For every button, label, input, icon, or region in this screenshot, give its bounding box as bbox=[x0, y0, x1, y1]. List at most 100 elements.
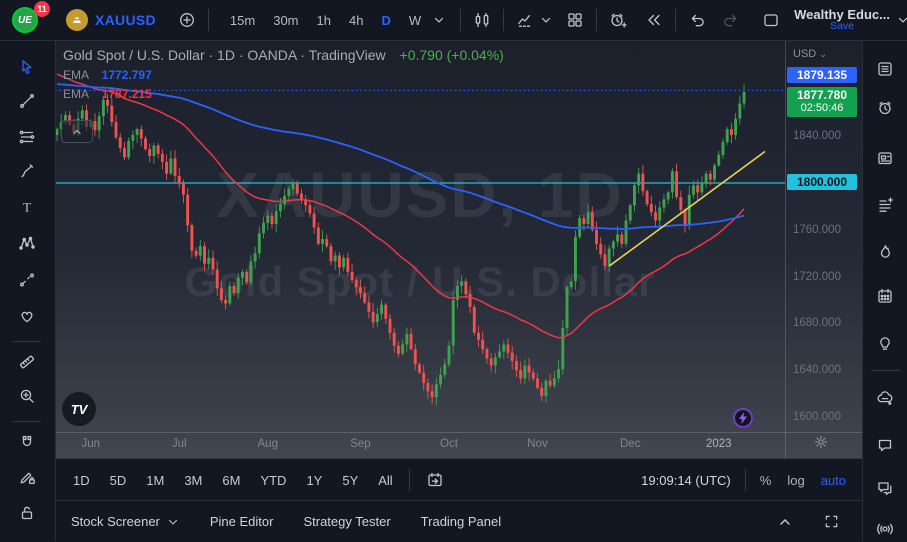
range-6M[interactable]: 6M bbox=[218, 470, 244, 491]
emoji-tool-icon[interactable] bbox=[15, 304, 39, 328]
indicators-icon[interactable] bbox=[512, 7, 538, 33]
panel-tab-stock-screener[interactable]: Stock Screener bbox=[71, 514, 180, 529]
alert-add-icon[interactable] bbox=[605, 7, 631, 33]
legend-change: +0.790 (+0.04%) bbox=[399, 47, 504, 63]
divider bbox=[744, 469, 746, 491]
panel-tab-label: Trading Panel bbox=[420, 514, 502, 529]
ema-label: EMA bbox=[63, 87, 89, 101]
drawing-lock-tool-icon[interactable] bbox=[15, 465, 39, 489]
timeframe-30m[interactable]: 30m bbox=[272, 11, 299, 30]
chat-icon[interactable] bbox=[873, 433, 897, 457]
time-axis[interactable]: Jun Jul Aug Sep Oct Nov Dec 2023 bbox=[55, 433, 862, 458]
quick-trade-lightning-icon[interactable] bbox=[733, 408, 753, 428]
fib-retracement-tool-icon[interactable] bbox=[15, 125, 39, 149]
bottom-panel: Stock Screener Pine Editor Strategy Tester… bbox=[55, 500, 862, 542]
timeframe-W[interactable]: W bbox=[408, 11, 422, 30]
price-scale-currency[interactable]: USD ⌄ bbox=[793, 48, 827, 60]
price-tick: 1640.000 bbox=[793, 364, 841, 377]
panel-tab-label: Stock Screener bbox=[71, 514, 160, 529]
redo-icon[interactable] bbox=[718, 7, 744, 33]
go-to-date-icon[interactable] bbox=[422, 467, 448, 493]
percent-scale-button[interactable]: % bbox=[760, 473, 772, 488]
timeframe-4h[interactable]: 4h bbox=[348, 11, 364, 30]
forecast-tool-icon[interactable] bbox=[15, 268, 39, 292]
watchlist-icon[interactable] bbox=[873, 57, 897, 81]
calendar-icon[interactable] bbox=[873, 284, 897, 308]
undo-icon[interactable] bbox=[684, 7, 710, 33]
ruler-tool-icon[interactable] bbox=[15, 350, 39, 374]
divider bbox=[675, 9, 677, 31]
price-tick: 1600.000 bbox=[793, 411, 841, 424]
tradingview-logo[interactable]: TV bbox=[62, 392, 96, 426]
time-axis-label: Jul bbox=[171, 438, 187, 450]
range-5D[interactable]: 5D bbox=[106, 470, 131, 491]
layout-name-button[interactable]: Wealthy Educ... Save bbox=[794, 8, 890, 33]
alert-price-label: 1879.135 bbox=[787, 67, 857, 83]
ema-label: EMA bbox=[63, 68, 89, 82]
timeframe-chevron-down-icon[interactable] bbox=[426, 7, 452, 33]
ideas-icon[interactable] bbox=[873, 331, 897, 355]
alerts-icon[interactable] bbox=[873, 96, 897, 120]
zoom-in-tool-icon[interactable] bbox=[15, 384, 39, 408]
range-5Y[interactable]: 5Y bbox=[338, 470, 362, 491]
chart-legend: Gold Spot / U.S. Dollar · 1D · OANDA · T… bbox=[63, 47, 504, 101]
magnet-tool-icon[interactable] bbox=[15, 430, 39, 454]
last-price: 1877.780 bbox=[796, 88, 848, 102]
price-scale[interactable]: USD ⌄ 1879.135 1877.780 02:50:46 1800.00… bbox=[786, 40, 862, 432]
time-axis-gear-icon[interactable] bbox=[813, 434, 829, 450]
streams-icon[interactable] bbox=[873, 516, 897, 540]
legend-title[interactable]: Gold Spot / U.S. Dollar · 1D · OANDA · T… bbox=[63, 47, 386, 63]
text-tool-icon[interactable]: T bbox=[15, 195, 39, 219]
panel-tab-label: Pine Editor bbox=[209, 514, 274, 529]
timeframe-15m[interactable]: 15m bbox=[229, 11, 256, 30]
auto-scale-button[interactable]: auto bbox=[821, 473, 846, 488]
panel-tabs: Stock Screener Pine Editor Strategy Tester… bbox=[71, 514, 501, 529]
timeframe-1h[interactable]: 1h bbox=[316, 11, 332, 30]
panel-expand-chevron-icon[interactable] bbox=[772, 509, 798, 535]
panel-tab-strategy-tester[interactable]: Strategy Tester bbox=[303, 514, 390, 529]
layout-name: Wealthy Educ... bbox=[794, 6, 890, 22]
minds-icon[interactable] bbox=[873, 386, 897, 410]
svg-text:T: T bbox=[23, 200, 31, 215]
layout-grid-icon[interactable] bbox=[562, 7, 588, 33]
range-1D[interactable]: 1D bbox=[69, 470, 94, 491]
ema-slow-value: 1772.797 bbox=[101, 68, 152, 82]
lock-tool-icon[interactable] bbox=[15, 501, 39, 525]
timeframe-D[interactable]: D bbox=[380, 11, 391, 30]
xabcd-pattern-tool-icon[interactable] bbox=[15, 231, 39, 255]
indicators-chevron-down-icon[interactable] bbox=[538, 7, 554, 33]
range-YTD[interactable]: YTD bbox=[256, 470, 290, 491]
panel-tab-pine-editor[interactable]: Pine Editor bbox=[210, 514, 274, 529]
panel-tab-trading-panel[interactable]: Trading Panel bbox=[421, 514, 501, 529]
time-axis-label: Sep bbox=[350, 438, 371, 450]
last-price-label: 1877.780 02:50:46 bbox=[787, 87, 857, 117]
level-price-label: 1800.000 bbox=[787, 174, 857, 190]
save-button[interactable]: Save bbox=[794, 21, 890, 32]
chart-type-candles-icon[interactable] bbox=[469, 7, 495, 33]
layout-select-icon[interactable] bbox=[758, 7, 784, 33]
range-All[interactable]: All bbox=[374, 470, 396, 491]
trend-line-tool-icon[interactable] bbox=[15, 89, 39, 113]
hotlists-icon[interactable] bbox=[873, 240, 897, 264]
log-scale-button[interactable]: log bbox=[787, 473, 804, 488]
ema-legend-row[interactable]: EMA 1787.215 bbox=[63, 87, 504, 101]
range-3M[interactable]: 3M bbox=[180, 470, 206, 491]
layout-chevron-down-icon[interactable] bbox=[890, 7, 907, 33]
symbol-name: XAUUSD bbox=[95, 12, 156, 28]
conversations-icon[interactable] bbox=[873, 476, 897, 500]
clock[interactable]: 19:09:14 (UTC) bbox=[641, 473, 731, 488]
compare-add-symbol-icon[interactable] bbox=[174, 7, 200, 33]
ema-legend-row[interactable]: EMA 1772.797 bbox=[63, 68, 504, 82]
symbol-search-button[interactable]: XAUUSD bbox=[66, 9, 156, 31]
brush-tool-icon[interactable] bbox=[15, 159, 39, 183]
range-1M[interactable]: 1M bbox=[142, 470, 168, 491]
bar-replay-icon[interactable] bbox=[641, 7, 667, 33]
fullscreen-icon[interactable] bbox=[818, 509, 844, 535]
account-menu-button[interactable]: UE 11 bbox=[10, 1, 50, 35]
legend-collapse-button[interactable] bbox=[61, 120, 93, 143]
range-1Y[interactable]: 1Y bbox=[302, 470, 326, 491]
news-icon[interactable] bbox=[873, 146, 897, 170]
time-axis-label: Dec bbox=[620, 438, 641, 450]
text-notes-icon[interactable] bbox=[873, 193, 897, 217]
cursor-tool-icon[interactable] bbox=[15, 55, 39, 79]
